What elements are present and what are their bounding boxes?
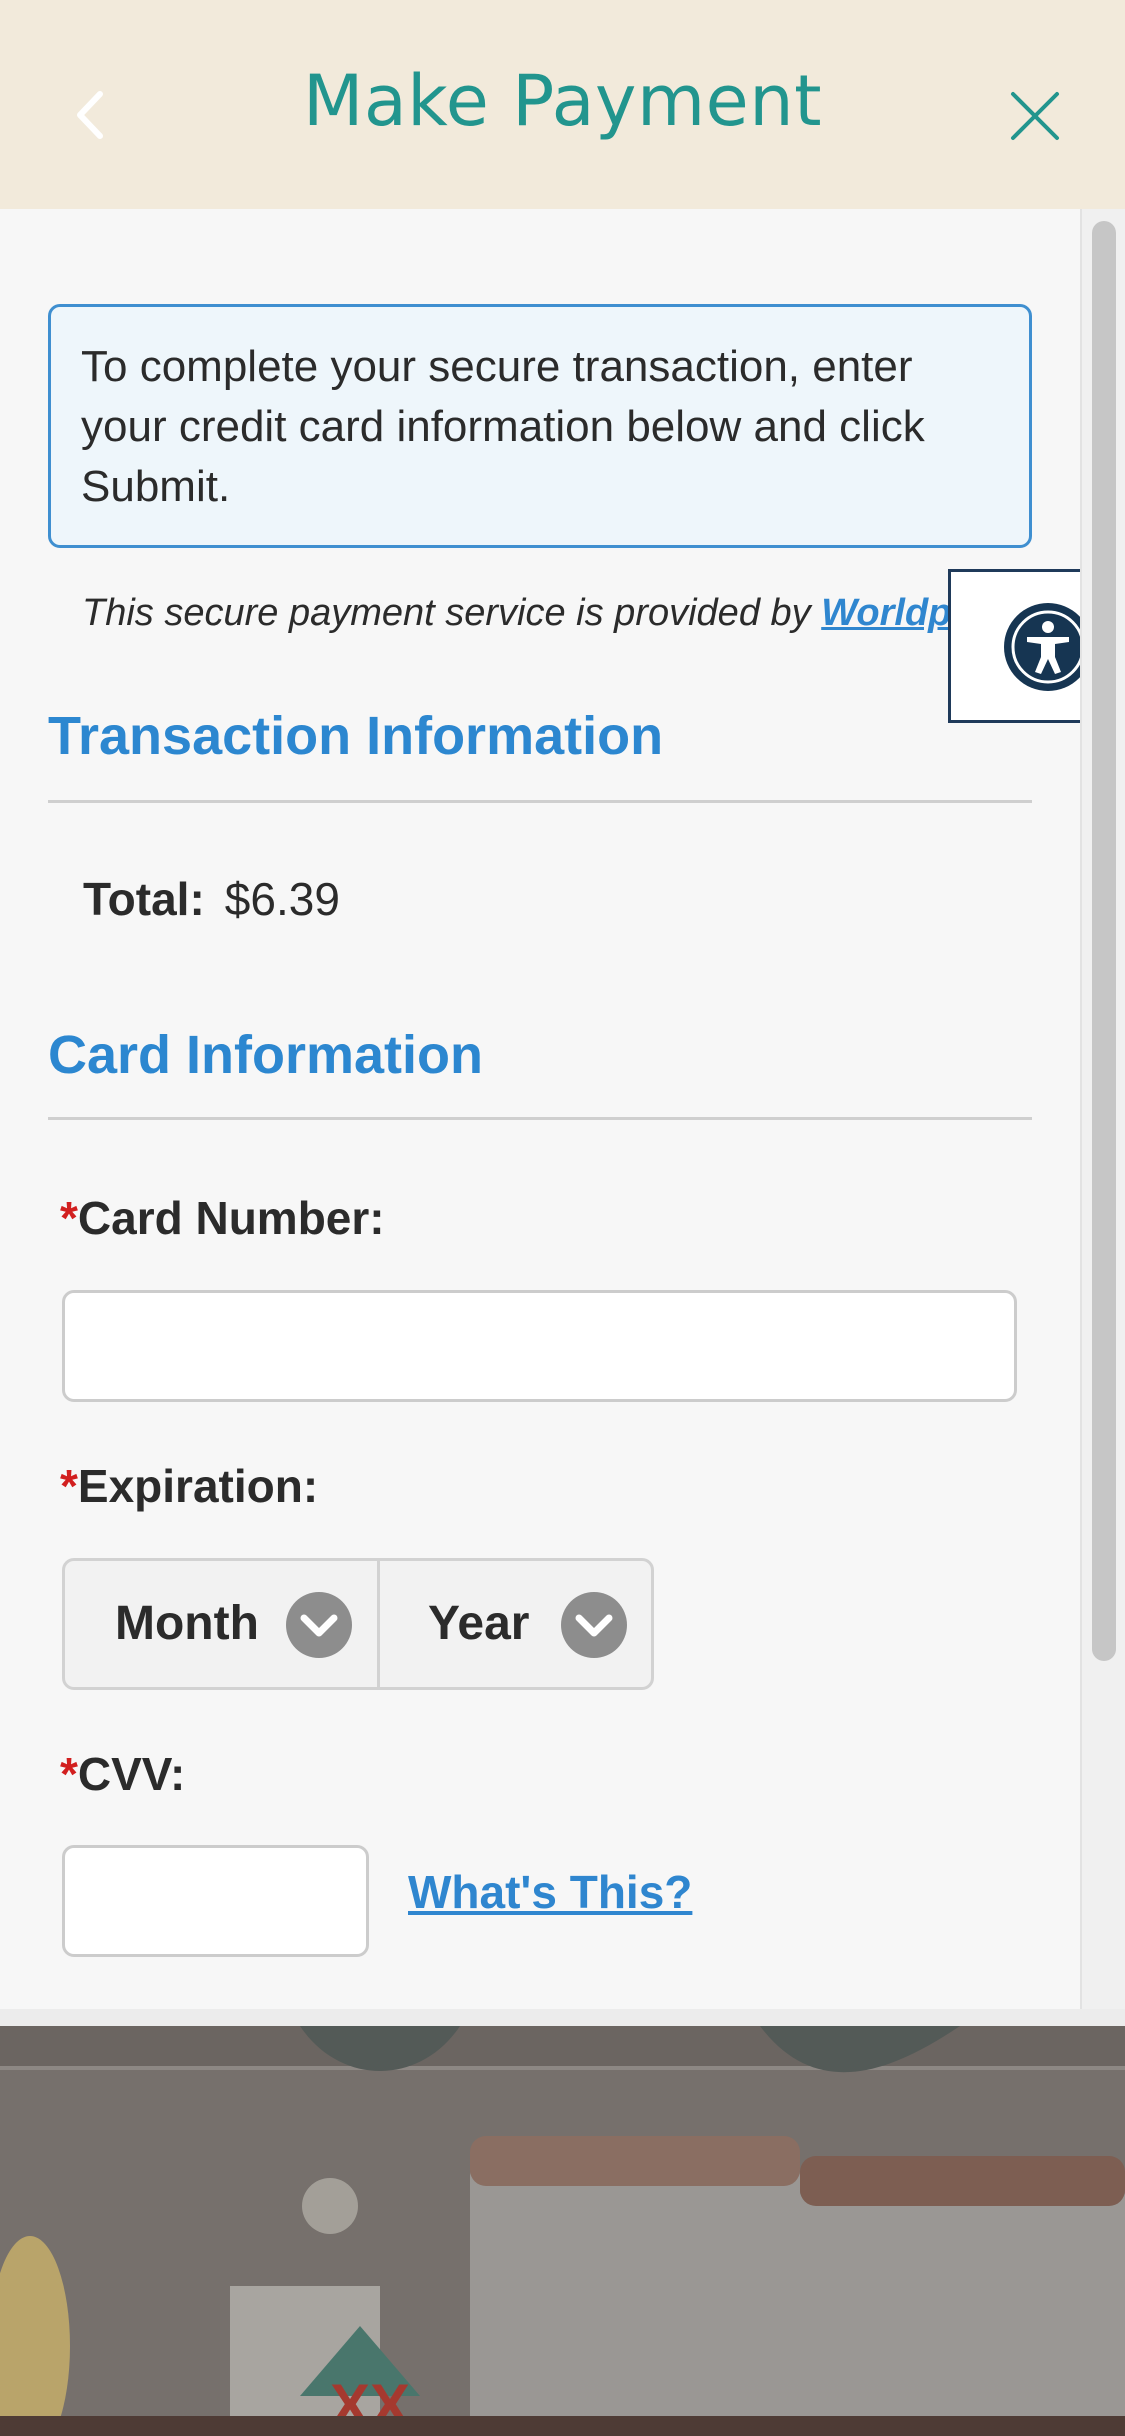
required-mark: * [60, 1192, 78, 1244]
expiration-label-text: Expiration: [77, 1460, 319, 1512]
close-icon [1011, 92, 1059, 140]
total-value: $6.39 [224, 873, 340, 925]
month-select-label: Month [115, 1597, 259, 1650]
year-select-label: Year [428, 1597, 530, 1650]
cvv-label-text: CVV: [77, 1748, 186, 1800]
close-button[interactable] [1005, 86, 1065, 146]
scrollbar-thumb[interactable] [1092, 221, 1116, 1661]
cvv-label: *CVV: [60, 1747, 185, 1801]
card-number-label-text: Card Number: [77, 1192, 385, 1244]
page-title: Make Payment [302, 60, 823, 142]
month-select[interactable]: Month [62, 1558, 380, 1690]
chevron-down-icon [561, 1592, 627, 1658]
divider [48, 800, 1032, 803]
card-number-label: *Card Number: [60, 1191, 385, 1245]
cvv-input[interactable] [62, 1845, 369, 1957]
expiration-label: *Expiration: [60, 1459, 318, 1513]
chevron-down-icon [286, 1592, 352, 1658]
header-bar: Make Payment [0, 0, 1125, 209]
card-number-input[interactable] [62, 1290, 1017, 1402]
whats-this-link[interactable]: What's This? [408, 1865, 692, 1919]
panel-bottom-edge [0, 2009, 1125, 2026]
background-photo: XX [0, 2026, 1125, 2436]
year-select[interactable]: Year [377, 1558, 654, 1690]
total-label: Total: [83, 873, 205, 925]
payment-panel: To complete your secure transaction, ent… [0, 209, 1125, 2009]
transaction-information-heading: Transaction Information [48, 706, 664, 766]
secure-note-text: This secure payment service is provided … [82, 592, 822, 634]
total-row: Total: $6.39 [83, 872, 340, 926]
instruction-notice: To complete your secure transaction, ent… [48, 304, 1032, 548]
background-scene: XX [0, 2026, 1125, 2436]
divider [48, 1117, 1032, 1120]
card-information-heading: Card Information [48, 1025, 484, 1085]
required-mark: * [60, 1460, 78, 1512]
required-mark: * [60, 1748, 78, 1800]
secure-payment-note: This secure payment service is provided … [82, 592, 994, 635]
